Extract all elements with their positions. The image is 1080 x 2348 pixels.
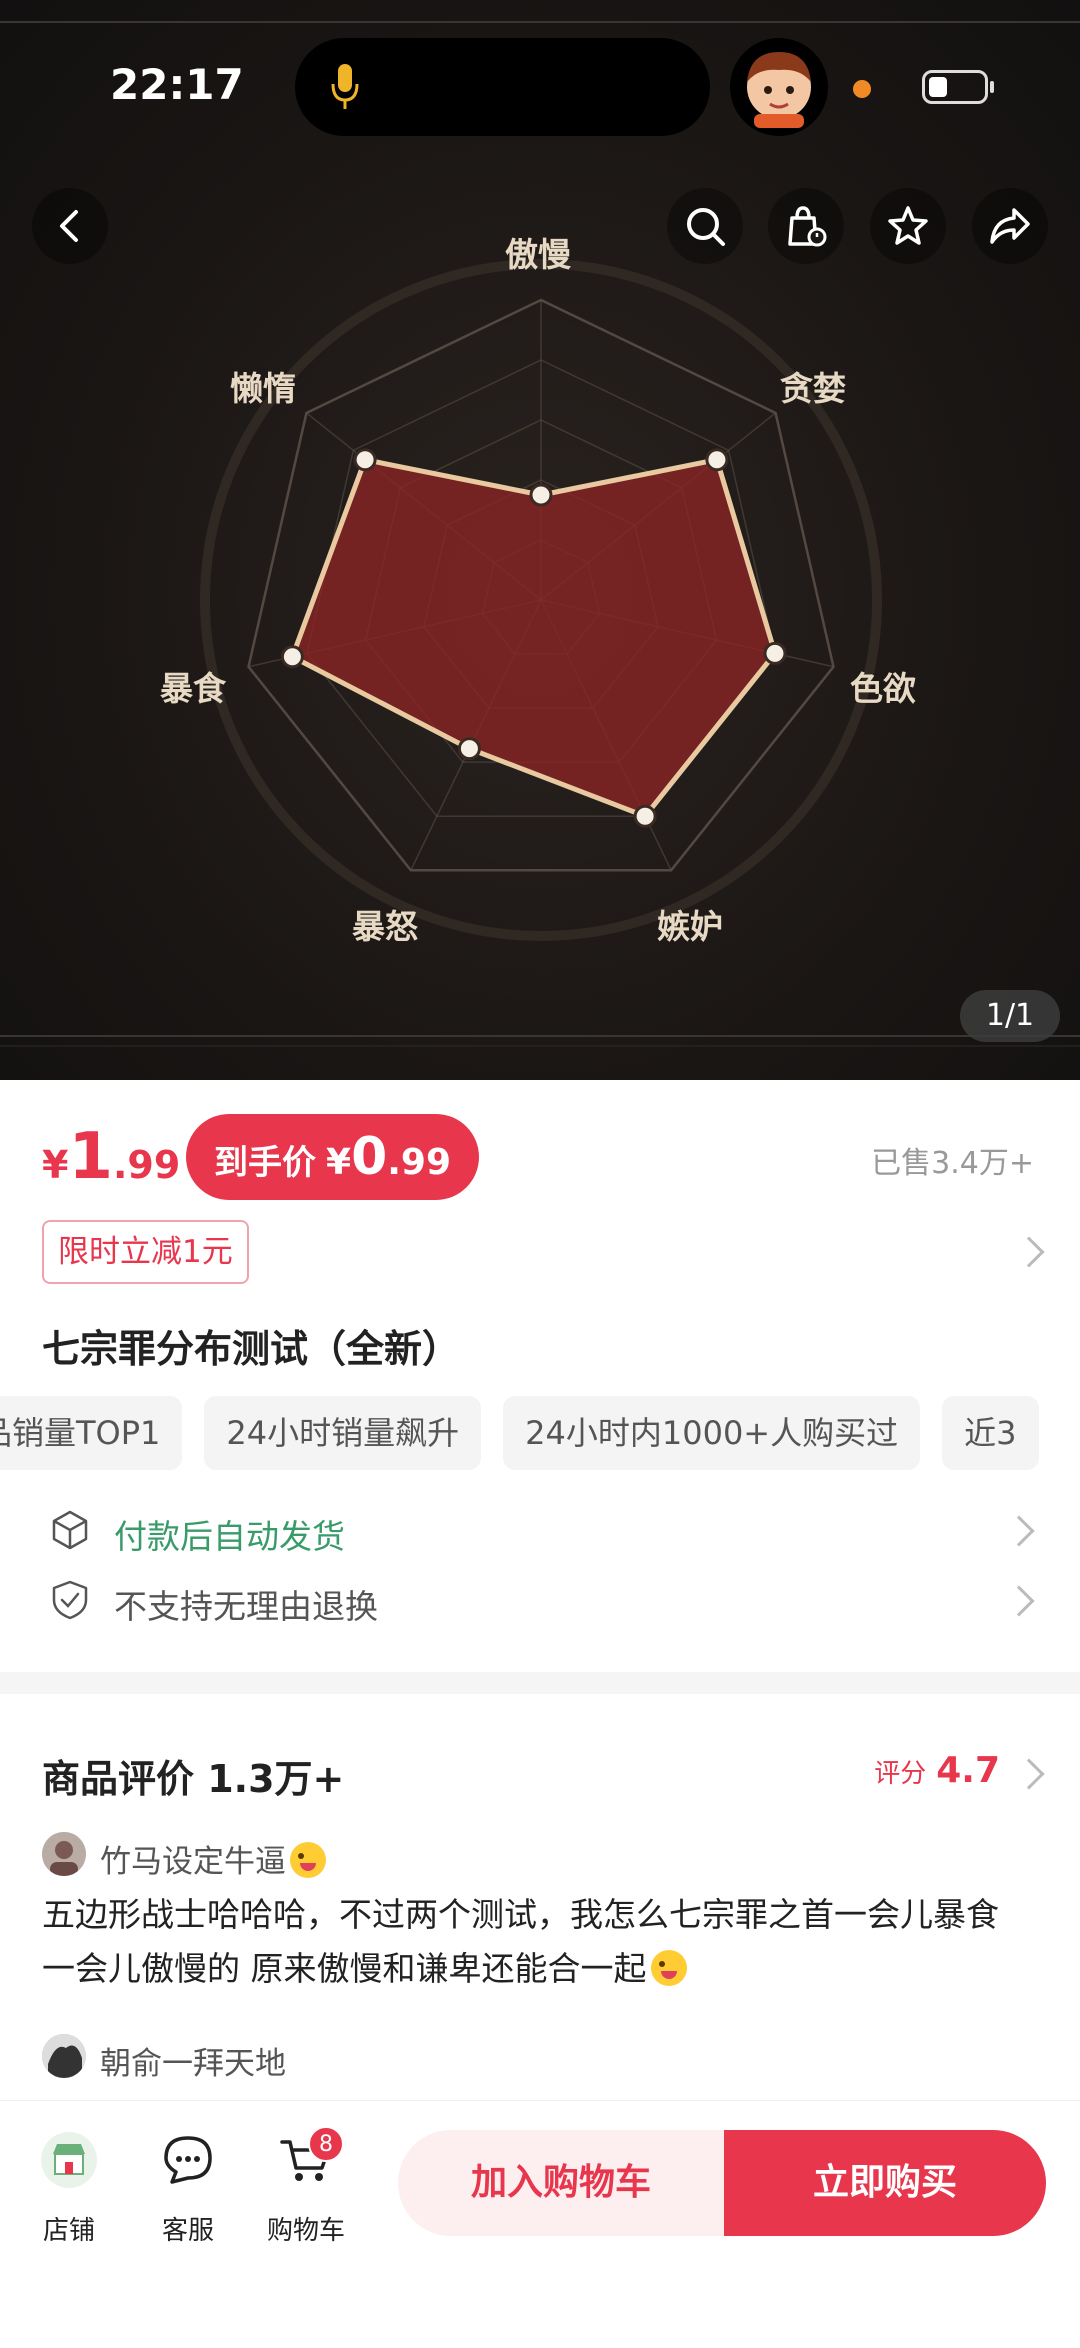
chat-bubble-icon: [164, 2136, 212, 2184]
cartoon-avatar-icon: [747, 52, 811, 128]
service-no-return[interactable]: 不支持无理由退换: [42, 1574, 1042, 1630]
final-price-integer: 0: [351, 1127, 388, 1187]
shop-label: 店铺: [42, 2216, 95, 2246]
chip[interactable]: 24小时销量飙升: [204, 1396, 482, 1470]
user-avatar-icon: [42, 1832, 86, 1876]
privacy-indicator-dot: [853, 80, 871, 98]
tongue-wink-emoji-icon: [290, 1842, 326, 1878]
radar-data-point: [280, 645, 304, 669]
reviews-chevron-right-icon[interactable]: [1013, 1758, 1045, 1790]
microphone-icon: [331, 64, 359, 109]
avatar: [42, 2034, 86, 2078]
cart-label: 购物车: [266, 2216, 345, 2246]
radar-data-point: [353, 448, 377, 472]
final-price-symbol: ¥: [326, 1142, 352, 1183]
reviews-title[interactable]: 商品评价 1.3万+: [42, 1748, 344, 1803]
product-image[interactable]: 22:17 傲慢 贪婪 色欲 嫉妒 暴怒 暴食 懒惰 1/1: [0, 0, 1080, 1080]
radar-data-point: [633, 804, 657, 828]
search-icon: [687, 208, 725, 246]
tongue-wink-emoji-icon: [650, 1950, 687, 1986]
price-integer: 1: [68, 1120, 113, 1194]
product-title: 七宗罪分布测试（全新）: [42, 1327, 461, 1371]
customer-service-button[interactable]: 客服: [143, 2130, 233, 2246]
radar-chart: [200, 259, 882, 941]
back-button[interactable]: [32, 188, 108, 264]
share-icon: [990, 208, 1030, 244]
final-price-label: 到手价: [214, 1143, 316, 1183]
axis-label-pride: 傲慢: [505, 235, 571, 274]
current-price: ¥1.99: [42, 1120, 180, 1194]
service-label: 客服: [161, 2216, 214, 2246]
axis-label-envy: 嫉妒: [657, 907, 723, 946]
axis-label-gluttony: 暴食: [160, 669, 226, 708]
price-row: ¥1.99 到手价 ¥0.99 已售3.4万+: [42, 1110, 1042, 1200]
review-text: 五边形战士哈哈哈，不过两个测试，我怎么七宗罪之首一会儿暴食 一会儿傲慢的 原来傲…: [42, 1888, 1042, 1996]
shop-button[interactable]: 店铺: [24, 2130, 114, 2246]
radar-data-point: [763, 641, 787, 665]
service-auto-delivery[interactable]: 付款后自动发货: [42, 1504, 1042, 1560]
buy-now-button[interactable]: 立即购买: [724, 2130, 1046, 2236]
final-price-pill: 到手价 ¥0.99: [186, 1114, 480, 1200]
axis-label-lust: 色欲: [850, 669, 916, 708]
score-value: 4.7: [936, 1750, 1000, 1791]
axis-label-wrath: 暴怒: [352, 907, 418, 946]
chip[interactable]: 品销量TOP1: [0, 1396, 183, 1470]
chip[interactable]: 近3: [942, 1396, 1039, 1470]
chip[interactable]: 24小时内1000+人购买过: [503, 1396, 921, 1470]
shop-icon: [41, 2132, 97, 2188]
promo-chevron-right-icon[interactable]: [1013, 1236, 1045, 1268]
shield-check-icon: [52, 1580, 88, 1620]
add-to-cart-button[interactable]: 加入购物车: [398, 2130, 724, 2236]
score-label: 评分: [874, 1759, 927, 1789]
chevron-left-icon: [60, 210, 78, 242]
avatar-island: [730, 38, 828, 136]
share-button[interactable]: [972, 188, 1048, 264]
battery-tip: [990, 81, 994, 93]
search-button[interactable]: [667, 188, 743, 264]
promo-tag[interactable]: 限时立减1元: [42, 1220, 249, 1284]
cube-icon: [52, 1510, 88, 1550]
sold-count: 已售3.4万+: [871, 1146, 1034, 1181]
radar-data-point: [457, 737, 481, 761]
radar-data-point: [529, 483, 553, 507]
final-price-decimal: .99: [387, 1142, 452, 1183]
highlight-chips: 品销量TOP1 24小时销量飙升 24小时内1000+人购买过近3: [0, 1396, 1061, 1470]
review-username: 朝俞一拜天地: [100, 2046, 286, 2082]
price-symbol: ¥: [42, 1143, 69, 1187]
axis-label-greed: 贪婪: [780, 369, 846, 408]
battery-icon: [922, 70, 988, 104]
section-divider: [0, 1672, 1080, 1694]
radar-data-point: [705, 448, 729, 472]
cart-count-badge: 8: [308, 2126, 344, 2162]
radar-data-area: [289, 457, 778, 819]
reviews-score[interactable]: 评分 4.7: [874, 1750, 1000, 1791]
review-body: 五边形战士哈哈哈，不过两个测试，我怎么七宗罪之首一会儿暴食 一会儿傲慢的 原来傲…: [42, 1895, 999, 1988]
star-icon: [888, 206, 928, 245]
service-text: 不支持无理由退换: [114, 1587, 378, 1626]
image-page-indicator: 1/1: [960, 990, 1060, 1042]
avatar: [42, 1832, 86, 1876]
review-username: 竹马设定牛逼: [100, 1844, 286, 1880]
shop-bag-button[interactable]: [768, 188, 844, 264]
chevron-right-icon: [1003, 1515, 1035, 1547]
service-text: 付款后自动发货: [114, 1517, 345, 1556]
favorite-button[interactable]: [870, 188, 946, 264]
price-decimal: .99: [112, 1143, 181, 1187]
user-avatar-icon: [42, 2034, 86, 2078]
shopping-bag-icon: [788, 206, 827, 247]
chevron-right-icon: [1003, 1585, 1035, 1617]
axis-label-sloth: 懒惰: [230, 369, 296, 408]
status-time: 22:17: [110, 60, 244, 109]
